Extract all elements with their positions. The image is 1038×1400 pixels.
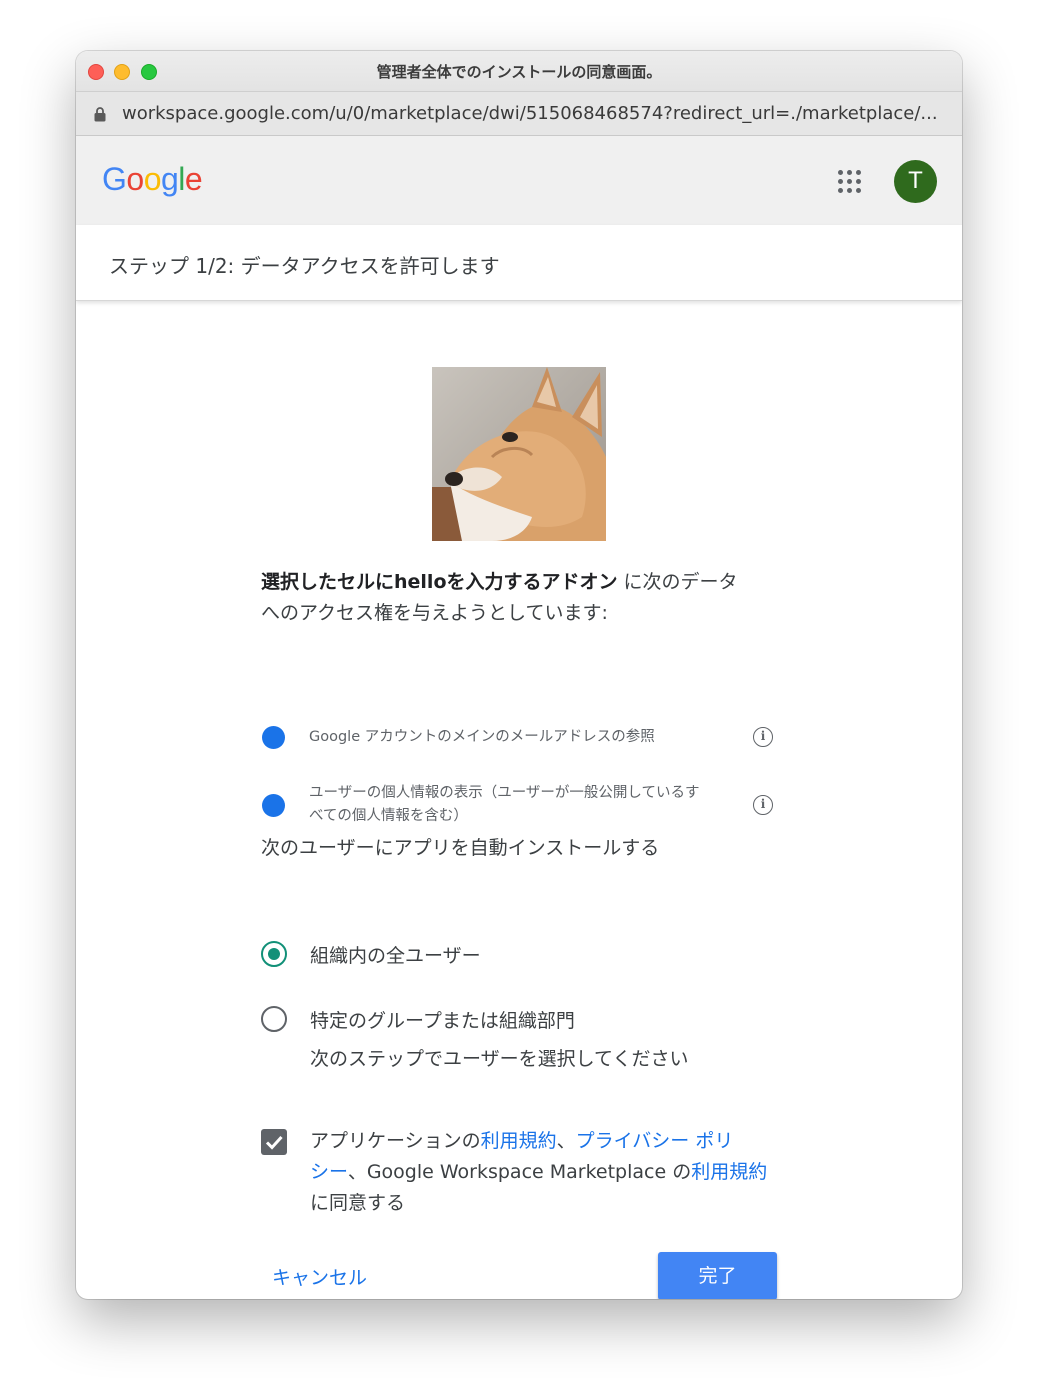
scope-text: ユーザーの個人情報の表示（ユーザーが一般公開しているす (309, 785, 700, 801)
scope-bullet (262, 794, 285, 817)
radio-label-specific-groups[interactable]: 特定のグループまたは組織部門 (310, 1006, 575, 1033)
cancel-button[interactable]: キャンセル (272, 1263, 367, 1290)
terms-fragment: アプリケーションの (310, 1130, 481, 1152)
step-title: ステップ 1/2: データアクセスを許可します (109, 254, 500, 278)
consent-intro: 選択したセルにhelloを入力するアドオン に次のデータ へのアクセス権を与えよ… (261, 567, 781, 629)
logo-letter: o (126, 161, 144, 197)
apps-grid-icon[interactable] (838, 170, 862, 194)
scope-text: べての個人情報を含む） (309, 808, 468, 824)
lock-icon (94, 107, 106, 122)
info-icon[interactable]: i (753, 795, 773, 815)
logo-letter: G (102, 161, 127, 197)
addon-icon-image (432, 367, 606, 541)
google-header: Google T (76, 136, 962, 225)
logo-letter: l (178, 161, 185, 197)
browser-window: 管理者全体でのインストールの同意画面。 workspace.google.com… (76, 51, 962, 1299)
logo-letter: g (160, 161, 179, 197)
intro-text: に次のデータ (617, 571, 738, 593)
window-title: 管理者全体でのインストールの同意画面。 (376, 63, 662, 81)
privacy-policy-link[interactable]: プライバシー ポリ (576, 1130, 734, 1152)
done-button[interactable]: 完了 (658, 1252, 777, 1299)
info-icon[interactable]: i (753, 727, 773, 747)
check-icon (265, 1135, 283, 1150)
scope-bullet (262, 726, 285, 749)
intro-text: へのアクセス権を与えようとしています: (261, 602, 608, 624)
addon-name: 選択したセルにhelloを入力するアドオン (261, 571, 618, 593)
address-bar[interactable]: workspace.google.com/u/0/marketplace/dwi… (76, 92, 962, 136)
radio-all-users[interactable] (261, 941, 287, 967)
title-bar: 管理者全体でのインストールの同意画面。 (76, 51, 962, 92)
scope-item: ユーザーの個人情報の表示（ユーザーが一般公開しているす べての個人情報を含む） (309, 782, 751, 828)
scope-item: Google アカウントのメインのメールアドレスの参照 (309, 726, 751, 749)
marketplace-terms-link[interactable]: 利用規約 (691, 1161, 767, 1183)
step-header: ステップ 1/2: データアクセスを許可します (76, 225, 962, 301)
agree-checkbox[interactable] (261, 1129, 287, 1155)
radio-label-all-users[interactable]: 組織内の全ユーザー (310, 941, 481, 968)
logo-letter: o (143, 161, 162, 197)
radio-sub-text: 次のステップでユーザーを選択してください (310, 1048, 689, 1070)
google-logo: Google (102, 161, 203, 198)
url-text[interactable]: workspace.google.com/u/0/marketplace/dwi… (122, 103, 942, 124)
privacy-policy-link[interactable]: シー (310, 1161, 348, 1183)
app-terms-link[interactable]: 利用規約 (481, 1130, 557, 1152)
scope-text: Google アカウントのメインのメールアドレスの参照 (309, 729, 655, 745)
terms-text: アプリケーションの利用規約、プライバシー ポリ シー、Google Worksp… (310, 1126, 780, 1219)
terms-fragment: 、 (556, 1130, 576, 1152)
avatar[interactable]: T (894, 160, 937, 203)
logo-letter: e (184, 161, 203, 197)
consent-content: 選択したセルにhelloを入力するアドオン に次のデータ へのアクセス権を与えよ… (76, 301, 962, 1299)
terms-fragment: に同意する (310, 1192, 406, 1214)
terms-fragment: 、Google Workspace Marketplace の (347, 1161, 692, 1183)
install-section-label: 次のユーザーにアプリを自動インストールする (261, 837, 660, 859)
radio-specific-groups[interactable] (261, 1006, 287, 1032)
